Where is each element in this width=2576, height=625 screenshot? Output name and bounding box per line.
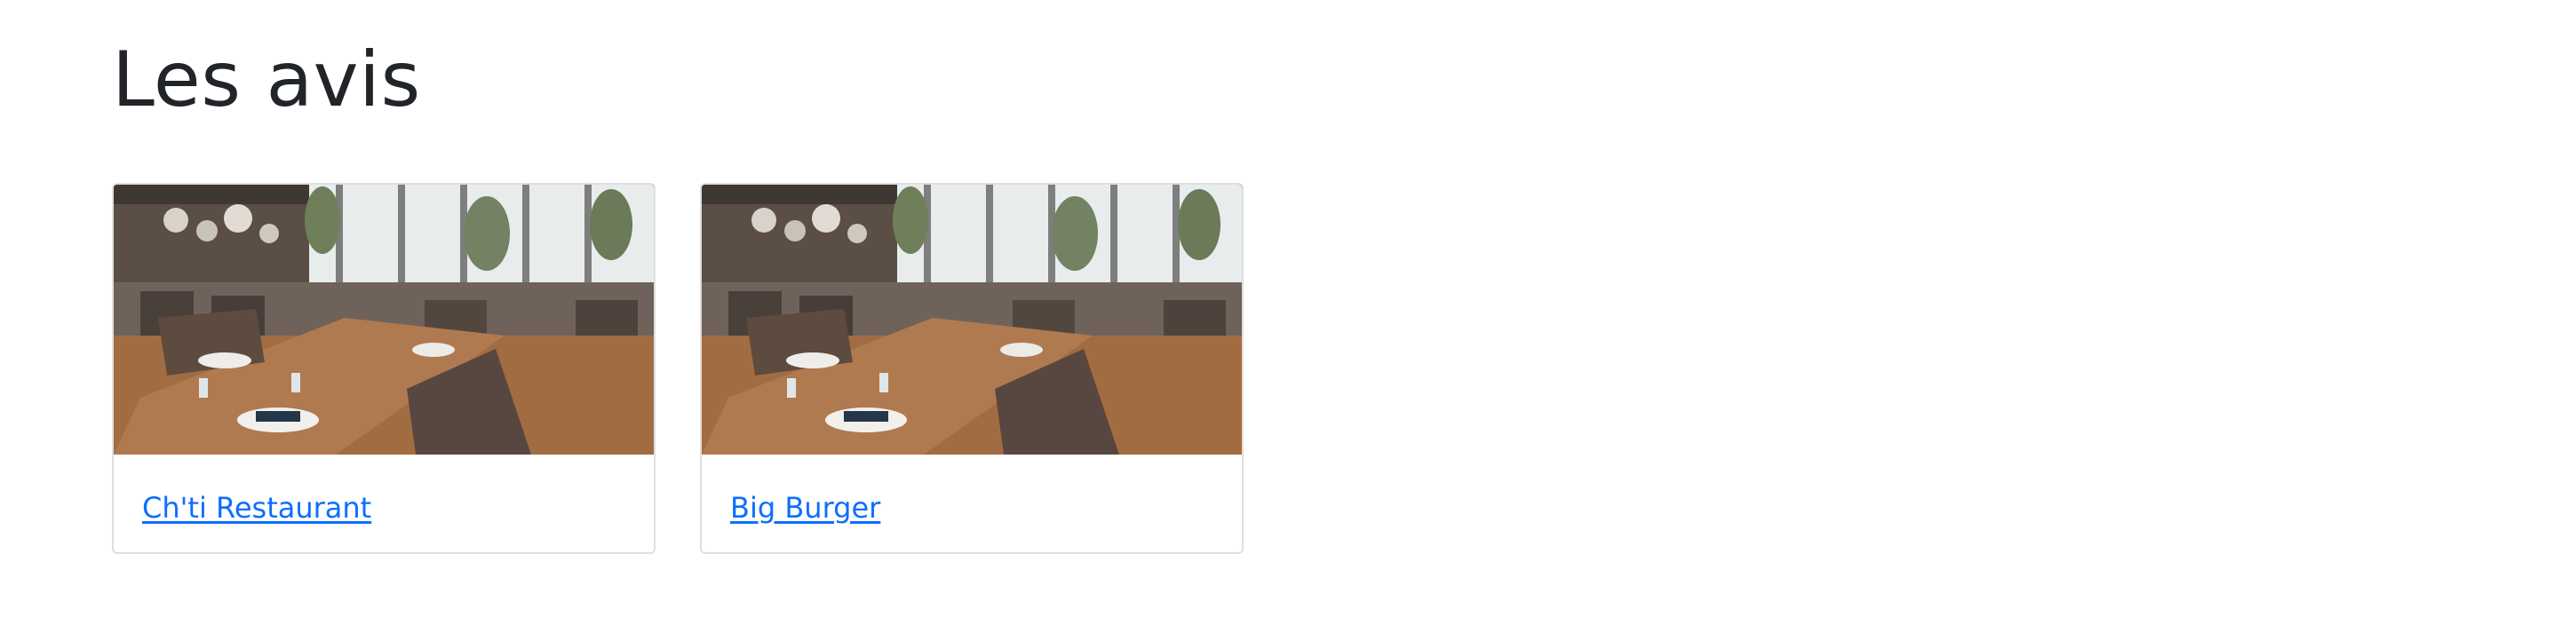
- restaurant-photo: [114, 185, 654, 455]
- restaurant-card: Big Burger: [700, 183, 1244, 554]
- restaurant-link[interactable]: Ch'ti Restaurant: [142, 490, 371, 526]
- restaurant-link[interactable]: Big Burger: [730, 490, 880, 526]
- card-body: Big Burger: [702, 455, 1242, 552]
- page-title: Les avis: [112, 36, 421, 124]
- reviews-page: Les avis Ch'ti Restaurant Big Burger: [0, 0, 2576, 625]
- restaurant-card: Ch'ti Restaurant: [112, 183, 656, 554]
- card-body: Ch'ti Restaurant: [114, 455, 654, 552]
- restaurant-photo: [702, 185, 1242, 455]
